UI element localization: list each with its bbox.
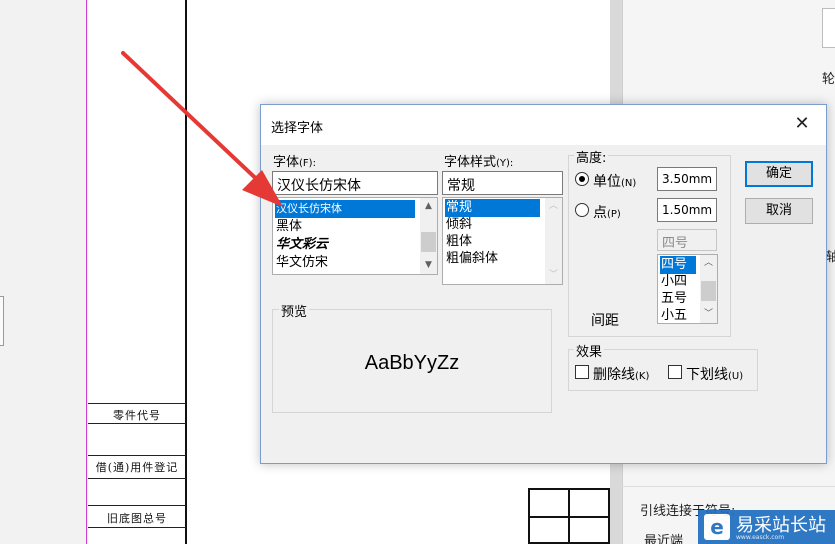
panel-label-fragment: 轴 (826, 250, 835, 265)
leader-attach-value[interactable]: 最近端 (644, 530, 683, 544)
drawing-border-line (86, 0, 87, 544)
chevron-down-icon: ﹀ (548, 270, 558, 280)
font-size-list[interactable]: 四号 小四 五号 小五 ︿ ﹀ (657, 254, 718, 324)
point-radio[interactable] (575, 203, 589, 217)
cancel-button[interactable]: 取消 (745, 198, 813, 224)
title-block-rule (88, 455, 186, 456)
ok-button[interactable]: 确定 (745, 161, 813, 187)
font-size-list-item[interactable]: 四号 (660, 256, 696, 274)
title-block-rule (88, 527, 186, 528)
preview-group: AaBbYyZz (272, 309, 552, 413)
font-style-label: 字体样式(Y): (444, 155, 514, 170)
font-style-list-item[interactable]: 常规 (445, 199, 540, 217)
title-block-cell-label: 零件代号 (113, 409, 161, 422)
panel-input-fragment[interactable] (822, 8, 835, 48)
watermark-subtext: www.easck.com (736, 534, 785, 541)
strikethrough-checkbox[interactable] (575, 365, 589, 379)
point-radio-label: 点(P) (593, 205, 621, 221)
font-style-list-item[interactable]: 粗偏斜体 (445, 250, 498, 268)
font-style-scrollbar: ︿ ﹀ (545, 198, 562, 284)
panel-label-fragment: 轮 (822, 72, 835, 87)
spacing-label: 间距 (591, 313, 619, 329)
preview-group-label: 预览 (279, 301, 310, 320)
unit-radio-label: 单位(N) (593, 174, 637, 190)
height-group-label: 高度: (574, 147, 609, 166)
font-list-item[interactable]: 汉仪长仿宋体 (275, 200, 415, 218)
font-size-scrollbar[interactable]: ︿ ﹀ (700, 255, 717, 323)
font-list-scrollbar[interactable]: ▲ ▼ (420, 198, 437, 274)
dialog-titlebar[interactable]: 选择字体 ✕ (261, 105, 826, 145)
font-size-list-item[interactable]: 小五 (660, 307, 687, 323)
font-name-input[interactable]: 汉仪长仿宋体 (272, 171, 438, 195)
scroll-thumb[interactable] (421, 232, 436, 252)
title-block-cell-label: 旧底图总号 (107, 512, 167, 525)
font-style-list-item[interactable]: 倾斜 (445, 216, 472, 234)
font-list-item[interactable]: 华文彩云 (275, 236, 328, 254)
title-block-rule (88, 423, 186, 424)
site-logo-icon: e (704, 514, 730, 540)
close-icon[interactable]: ✕ (792, 114, 812, 134)
underline-checkbox[interactable] (668, 365, 682, 379)
font-style-input[interactable]: 常规 (442, 171, 563, 195)
panel-divider (622, 486, 835, 487)
preview-sample-text: AaBbYyZz (364, 352, 460, 374)
chevron-up-icon: ︿ (548, 201, 558, 211)
font-size-list-item[interactable]: 小四 (660, 273, 687, 291)
chevron-down-icon[interactable]: ﹀ (700, 306, 717, 323)
font-list-item[interactable]: 黑体 (275, 218, 302, 236)
chevron-up-icon[interactable]: ︿ (700, 255, 717, 272)
font-list-item[interactable]: 华文仿宋 (275, 254, 328, 272)
title-block-rule (88, 403, 186, 404)
left-margin-area (0, 0, 88, 544)
title-block-rule (88, 505, 186, 506)
table-grid (528, 488, 610, 544)
font-size-list-item[interactable]: 五号 (660, 290, 687, 308)
unit-height-input[interactable]: 3.50mm (657, 167, 717, 191)
select-font-dialog: 选择字体 ✕ 字体(F): 汉仪长仿宋体 汉仪长仿宋体 黑体 华文彩云 华文仿宋… (260, 104, 827, 464)
point-height-input[interactable]: 1.50mm (657, 198, 717, 222)
title-block-cell-label: 借(通)用件登记 (95, 461, 179, 474)
scroll-thumb[interactable] (701, 281, 716, 301)
chevron-down-icon[interactable]: ▼ (420, 257, 437, 274)
effects-group-label: 效果 (574, 341, 605, 360)
unit-radio[interactable] (575, 172, 589, 186)
dialog-title: 选择字体 (271, 121, 324, 136)
left-resize-handle[interactable] (0, 296, 4, 346)
font-style-list-item[interactable]: 粗体 (445, 233, 472, 251)
underline-label: 下划线(U) (686, 367, 744, 383)
strikethrough-label: 删除线(K) (593, 367, 650, 383)
font-list[interactable]: 汉仪长仿宋体 黑体 华文彩云 华文仿宋 ▲ ▼ (272, 197, 438, 275)
font-size-input: 四号 (657, 229, 717, 251)
title-block-rule (88, 478, 186, 479)
chevron-up-icon[interactable]: ▲ (420, 198, 437, 215)
site-watermark: e 易采站长站 www.easck.com (698, 510, 835, 544)
font-style-list[interactable]: 常规 倾斜 粗体 粗偏斜体 ︿ ﹀ (442, 197, 563, 285)
font-label: 字体(F): (273, 155, 316, 170)
